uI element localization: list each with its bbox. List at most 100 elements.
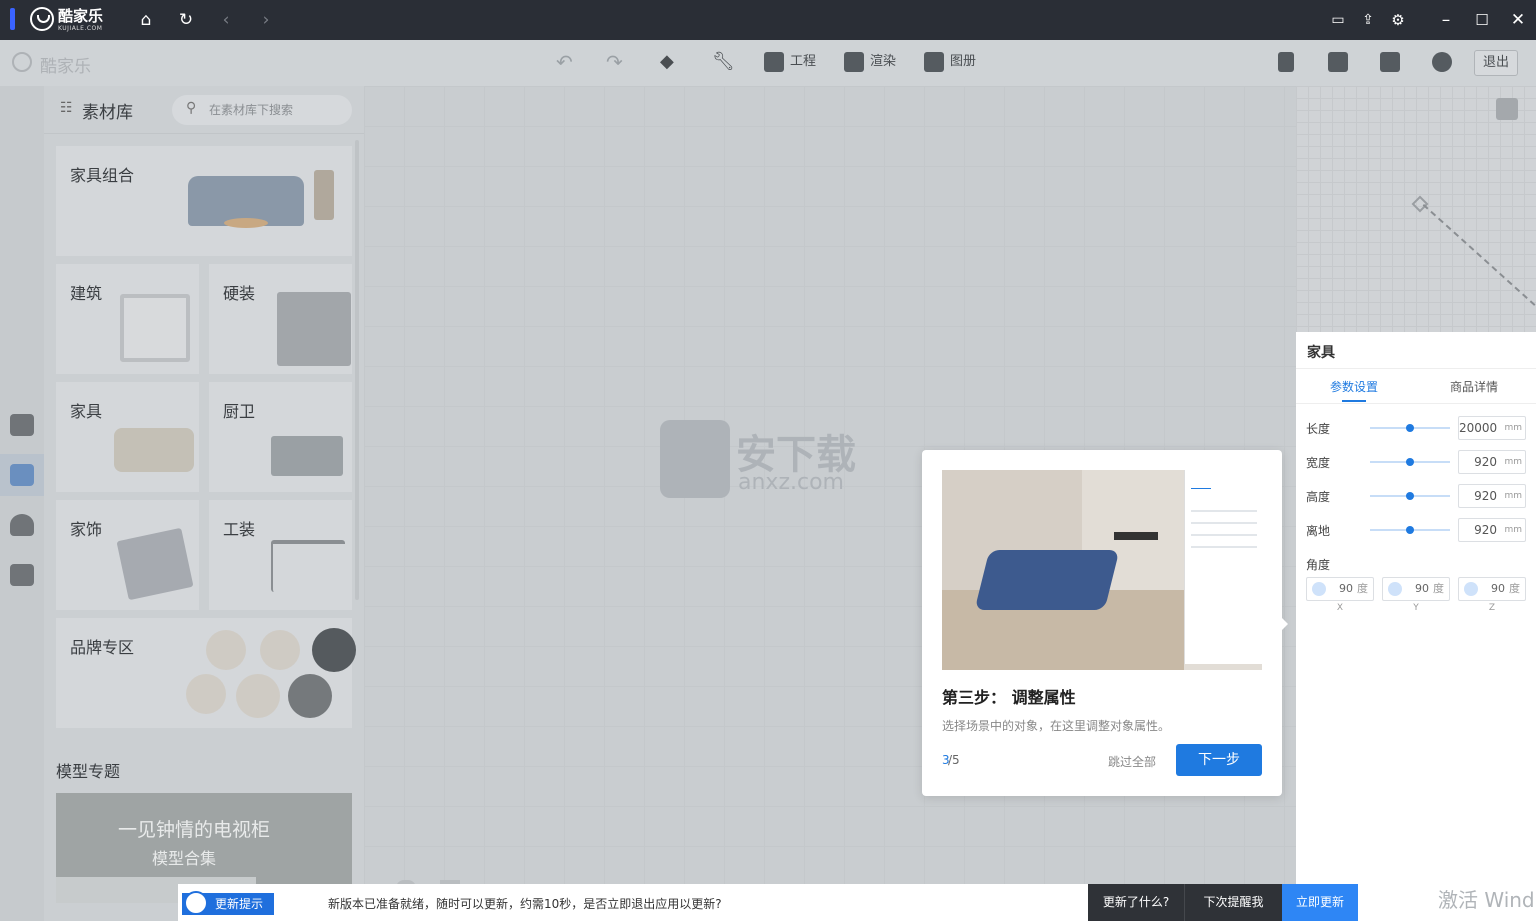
cabinet-icon[interactable] — [10, 564, 34, 586]
axis-y-label: Y — [1413, 603, 1419, 613]
illustration-toolbar — [1114, 532, 1158, 540]
unit: mm — [1504, 525, 1522, 535]
whats-new-button[interactable]: 更新了什么? — [1088, 884, 1184, 921]
user-icon[interactable] — [10, 514, 34, 536]
save-icon[interactable] — [1328, 50, 1354, 74]
exit-button[interactable]: 退出 — [1474, 50, 1518, 76]
tile-tooling[interactable]: 工装 — [209, 500, 352, 610]
render-icon — [844, 51, 864, 72]
back-icon[interactable]: ‹ — [216, 10, 236, 30]
row-label-length: 长度 — [1306, 422, 1331, 436]
properties-panel: 家具 参数设置 商品详情 长度 20000 mm 宽度 920 mm 高度 920 m… — [1296, 332, 1536, 921]
height-input[interactable]: 920 mm — [1458, 484, 1526, 508]
file-icon[interactable] — [1278, 50, 1300, 74]
update-badge-label: 更新提示 — [215, 897, 264, 911]
remind-later-button[interactable]: 下次提醒我 — [1184, 884, 1282, 921]
camera-marker-icon[interactable] — [1411, 195, 1429, 213]
illustration-row — [1191, 522, 1257, 524]
axis-z-label: Z — [1488, 603, 1496, 613]
undo-icon[interactable]: ↶ — [556, 50, 573, 74]
settings-icon[interactable]: ⚙ — [1388, 10, 1408, 30]
floorplan-minimap[interactable] — [1296, 86, 1536, 332]
library-search-input[interactable]: 在素材库下搜索 — [172, 95, 352, 125]
width-input[interactable]: 920 mm — [1458, 450, 1526, 474]
watermark-domain: anxz.com — [738, 470, 844, 495]
update-now-button[interactable]: 立即更新 — [1282, 884, 1358, 921]
tile-architecture[interactable]: 建筑 — [56, 264, 199, 374]
app-logo-text: 酷家乐 — [40, 57, 91, 77]
elevation-input[interactable]: 920 mm — [1458, 518, 1526, 542]
length-input[interactable]: 20000 mm — [1458, 416, 1526, 440]
angle-unit: 度 — [1433, 582, 1444, 595]
tile-label: 厨卫 — [223, 402, 256, 421]
slider-knob[interactable] — [1406, 458, 1414, 466]
tile-label: 工装 — [223, 520, 256, 539]
tile-furniture-combo[interactable]: 家具组合 — [56, 146, 352, 256]
model-topic-heading: 模型专题 — [56, 762, 121, 781]
kujiale-logo-icon — [30, 7, 54, 31]
message-icon[interactable]: ▭ — [1328, 10, 1348, 30]
tile-home-decor[interactable]: 家饰 — [56, 500, 199, 610]
rotate-x-icon — [1312, 582, 1326, 596]
tile-label: 硬装 — [223, 284, 256, 303]
accent-strip — [10, 8, 15, 30]
axis-x-label: X — [1336, 603, 1344, 613]
list-icon[interactable]: ☷ — [60, 100, 73, 116]
maximize-icon[interactable]: ☐ — [1472, 10, 1492, 30]
refresh-icon[interactable]: ↻ — [176, 10, 196, 30]
camera-direction-line — [1422, 204, 1536, 306]
slider-knob[interactable] — [1406, 424, 1414, 432]
eraser-icon[interactable]: ◆ — [660, 50, 674, 74]
elevation-value: 920 — [1474, 523, 1497, 537]
tutorial-page-total: /5 — [948, 753, 960, 767]
tile-hard-decor[interactable]: 硬装 — [209, 264, 352, 374]
length-slider[interactable] — [1370, 424, 1450, 432]
tab-product-details[interactable]: 商品详情 — [1450, 378, 1498, 395]
floorplan-icon[interactable] — [10, 414, 34, 436]
properties-tabs: 参数设置 商品详情 — [1296, 368, 1536, 404]
furniture-library-icon[interactable] — [10, 464, 34, 486]
angle-z-input[interactable]: 90 度 — [1458, 577, 1526, 601]
project-menu[interactable]: 工程 — [764, 50, 816, 74]
minimize-icon[interactable]: – — [1436, 10, 1456, 30]
tile-brand-zone[interactable]: 品牌专区 — [56, 618, 356, 728]
material-library-panel: ☷ 素材库 在素材库下搜索 ⚲ 家具组合 建筑 硬装 家具 厨卫 家饰 工装 品… — [44, 86, 364, 921]
redo-icon[interactable]: ↷ — [606, 50, 623, 74]
album-menu[interactable]: 图册 — [924, 50, 976, 74]
export-icon[interactable] — [1380, 50, 1406, 74]
wrench-icon[interactable]: 🔧︎ — [712, 50, 735, 74]
tile-kitchen-bath[interactable]: 厨卫 — [209, 382, 352, 492]
angle-x-input[interactable]: 90 度 — [1306, 577, 1374, 601]
forward-icon[interactable]: › — [256, 10, 276, 30]
elevation-slider[interactable] — [1370, 526, 1450, 534]
skip-all-link[interactable]: 跳过全部 — [1108, 753, 1156, 770]
tab-params[interactable]: 参数设置 — [1330, 378, 1378, 395]
help-icon[interactable] — [1432, 50, 1458, 74]
angle-y-input[interactable]: 90 度 — [1382, 577, 1450, 601]
brand-logo — [206, 630, 246, 670]
home-icon[interactable]: ⌂ — [136, 10, 156, 30]
height-value: 920 — [1474, 489, 1497, 503]
angle-z-value: 90 — [1491, 582, 1505, 595]
library-title: 素材库 — [82, 103, 133, 123]
render-label: 渲染 — [870, 54, 897, 69]
slider-knob[interactable] — [1406, 526, 1414, 534]
update-shield-icon — [184, 891, 208, 915]
width-slider[interactable] — [1370, 458, 1450, 466]
share-icon[interactable]: ⇪ — [1358, 10, 1378, 30]
row-label-width: 宽度 — [1306, 456, 1331, 470]
slider-knob[interactable] — [1406, 492, 1414, 500]
minimap-toggle-icon[interactable] — [1496, 98, 1518, 120]
library-header: ☷ 素材库 在素材库下搜索 ⚲ — [44, 86, 364, 134]
row-label-elevation: 离地 — [1306, 524, 1331, 538]
next-step-button[interactable]: 下一步 — [1176, 744, 1262, 776]
angle-x-value: 90 — [1339, 582, 1353, 595]
properties-title: 家具 — [1307, 345, 1335, 361]
library-scrollbar[interactable] — [355, 140, 359, 600]
height-slider[interactable] — [1370, 492, 1450, 500]
close-icon[interactable]: ✕ — [1508, 10, 1528, 30]
watermark-shield-icon — [660, 420, 730, 498]
render-menu[interactable]: 渲染 — [844, 50, 896, 74]
angle-unit: 度 — [1509, 582, 1520, 595]
tile-furniture[interactable]: 家具 — [56, 382, 199, 492]
